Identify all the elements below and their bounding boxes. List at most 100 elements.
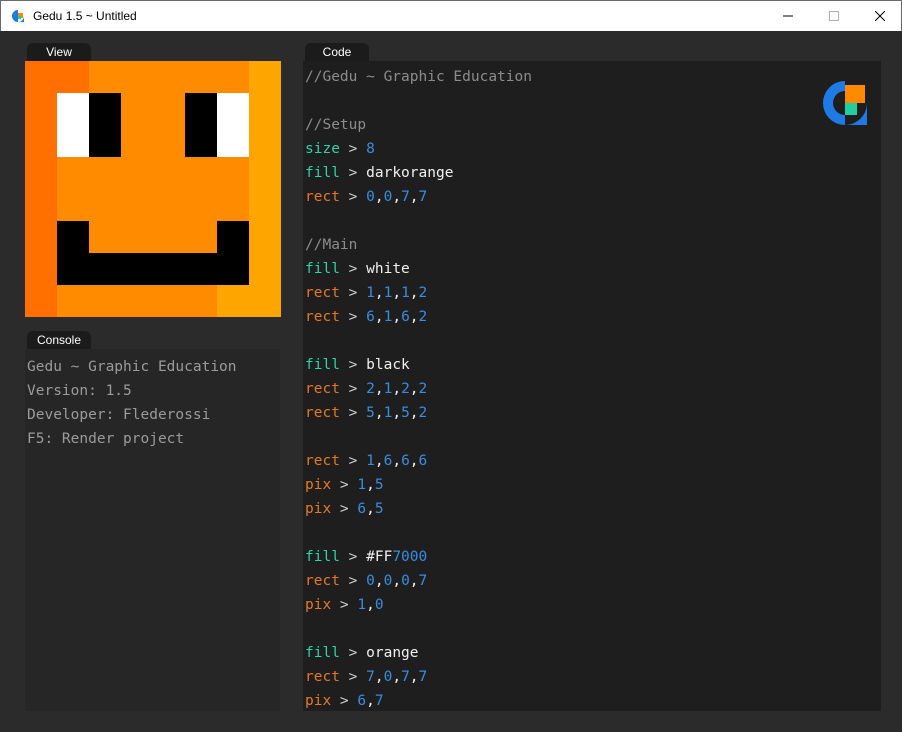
code-argument: 6 — [401, 309, 410, 325]
pixel-rect — [217, 93, 249, 157]
tab-code[interactable]: Code — [305, 43, 369, 61]
code-argument: , — [409, 669, 419, 685]
code-argument: 2 — [418, 381, 428, 397]
code-argument: 0 — [401, 573, 410, 589]
code-argument: , — [392, 573, 402, 589]
pixel — [57, 221, 89, 253]
code-command: pix — [305, 597, 332, 613]
code-comment: //Main — [305, 237, 358, 253]
code-command: fill — [305, 261, 340, 277]
code-argument: orange — [366, 645, 419, 661]
main-window: View Console Gedu ~ Graphic Education Ve… — [1, 31, 901, 731]
code-argument: , — [392, 189, 402, 205]
code-argument: , — [409, 189, 419, 205]
pixel-rect — [89, 93, 121, 157]
code-argument: , — [366, 501, 375, 517]
code-argument: white — [366, 261, 410, 277]
maximize-button[interactable] — [811, 1, 857, 31]
code-operator: > — [339, 381, 367, 397]
console-line: Version: 1.5 — [27, 383, 132, 399]
code-line: pix > 6,7 — [305, 689, 881, 711]
code-argument: 1 — [357, 597, 367, 613]
code-operator: > — [339, 573, 367, 589]
code-argument: 0 — [374, 597, 384, 613]
pixel-rect — [249, 61, 281, 317]
pixel — [217, 285, 249, 317]
pixel-canvas — [25, 61, 281, 317]
code-argument: , — [366, 477, 375, 493]
code-line: rect > 5,1,5,2 — [305, 401, 881, 425]
minimize-icon — [783, 15, 793, 17]
minimize-button[interactable] — [765, 1, 811, 31]
code-line: //Setup — [305, 113, 881, 137]
code-operator: > — [331, 501, 358, 517]
code-argument: 1 — [366, 285, 375, 301]
code-command: size — [305, 141, 340, 157]
pixel-rect — [57, 253, 249, 285]
code-argument: 7 — [401, 189, 410, 205]
console-line: Developer: Flederossi — [27, 407, 211, 423]
code-argument: , — [409, 405, 419, 421]
code-line: fill > #FF7000 — [305, 545, 881, 569]
code-argument: , — [374, 309, 384, 325]
code-operator: > — [339, 405, 367, 421]
code-operator: > — [339, 645, 367, 661]
code-operator: > — [339, 669, 367, 685]
code-comment: //Setup — [305, 117, 367, 133]
code-argument: 8 — [366, 141, 375, 157]
code-operator: > — [331, 477, 358, 493]
code-line: pix > 1,5 — [305, 473, 881, 497]
code-line: rect > 1,1,1,2 — [305, 281, 881, 305]
code-argument: 6 — [357, 501, 367, 517]
code-argument: 7000 — [392, 549, 428, 565]
code-argument: , — [374, 405, 384, 421]
code-operator: > — [331, 693, 358, 709]
code-argument: , — [374, 669, 384, 685]
code-argument: darkorange — [366, 165, 454, 181]
maximize-icon — [829, 11, 839, 21]
code-argument: , — [374, 381, 384, 397]
code-argument: 2 — [366, 381, 375, 397]
code-argument: 0 — [366, 189, 375, 205]
code-argument: 5 — [366, 405, 375, 421]
code-operator: > — [339, 261, 367, 277]
code-line: rect > 0,0,7,7 — [305, 185, 881, 209]
code-argument: 6 — [401, 453, 410, 469]
code-argument: 0 — [366, 573, 375, 589]
code-command: pix — [305, 477, 332, 493]
code-line: fill > orange — [305, 641, 881, 665]
code-command: pix — [305, 693, 332, 709]
pixel — [217, 221, 249, 253]
code-operator: > — [339, 165, 367, 181]
code-argument: 7 — [401, 669, 410, 685]
tab-console[interactable]: Console — [27, 331, 91, 349]
code-command: rect — [305, 285, 340, 301]
code-operator: > — [331, 597, 358, 613]
tab-view[interactable]: View — [27, 43, 91, 61]
code-line: rect > 7,0,7,7 — [305, 665, 881, 689]
close-button[interactable] — [857, 1, 902, 31]
code-argument: , — [409, 309, 419, 325]
code-command: fill — [305, 549, 340, 565]
code-argument: 1 — [366, 453, 375, 469]
code-argument: 2 — [418, 309, 428, 325]
code-operator: > — [339, 285, 367, 301]
code-argument: black — [366, 357, 410, 373]
code-argument: , — [392, 381, 402, 397]
code-editor[interactable]: //Gedu ~ Graphic Education //Setup size > … — [303, 61, 881, 711]
code-line: pix > 6,5 — [305, 497, 881, 521]
code-argument: #FF — [366, 549, 393, 565]
code-argument: 1 — [401, 285, 410, 301]
code-comment: //Gedu ~ Graphic Education — [305, 69, 532, 85]
code-operator: > — [339, 309, 367, 325]
code-argument: , — [366, 597, 375, 613]
code-argument: 2 — [418, 285, 428, 301]
console-line: F5: Render project — [27, 431, 185, 447]
code-command: fill — [305, 165, 340, 181]
code-argument: 5 — [374, 477, 384, 493]
window-title: Gedu 1.5 ~ Untitled — [33, 9, 137, 23]
code-operator: > — [339, 549, 367, 565]
code-operator: > — [339, 189, 367, 205]
